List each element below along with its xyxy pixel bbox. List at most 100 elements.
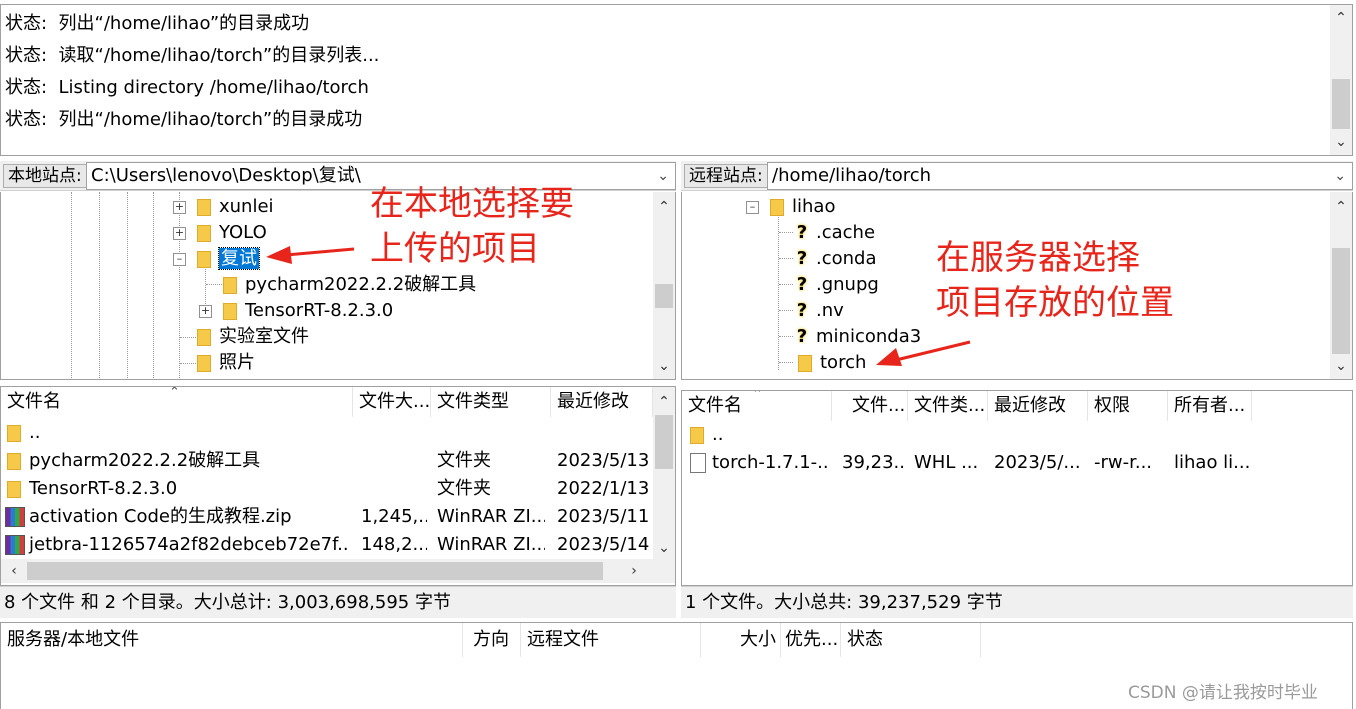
tree-item-lab-files[interactable]: 实验室文件 [197, 324, 309, 350]
folder-icon [223, 302, 237, 320]
folder-icon [798, 354, 812, 372]
scroll-down-icon[interactable]: ⌄ [653, 537, 675, 559]
table-row[interactable]: jetbra-1126574a2f82debceb72e7f... 148,2.… [1, 531, 653, 559]
collapse-icon[interactable]: – [746, 201, 759, 214]
local-site-label: 本地站点: [3, 164, 87, 188]
log-line: 状态: 读取“/home/lihao/torch”的目录列表... [5, 45, 380, 66]
remote-path-combo[interactable]: /home/lihao/torch ⌄ [767, 162, 1353, 190]
table-row[interactable]: activation Code的生成教程.zip 1,245,... WinRA… [1, 503, 653, 531]
local-directory-tree: + xunlei + YOLO – 复试 pycharm2022.2.2破解工具… [0, 192, 676, 380]
sort-indicator-icon: ⌃ [752, 390, 763, 402]
scroll-thumb[interactable] [1332, 248, 1350, 354]
column-header-owner[interactable]: 所有者... [1168, 391, 1252, 421]
tree-item-yolo[interactable]: YOLO [197, 220, 267, 246]
tree-item-fushi[interactable]: 复试 [197, 246, 260, 272]
tree-item-gnupg[interactable]: ? .gnupg [794, 272, 879, 298]
column-header-server-local-file[interactable]: 服务器/本地文件 [1, 623, 463, 657]
local-path-value: C:\Users\lenovo\Desktop\复试\ [91, 165, 361, 186]
local-file-list: 文件名 ⌃ 文件大... 文件类型 最近修改 .. pycharm2022.2.… [0, 386, 676, 586]
scroll-left-icon[interactable]: ‹ [3, 559, 25, 583]
column-header-modified[interactable]: 最近修改 [988, 391, 1088, 421]
scroll-down-icon[interactable]: ⌄ [1330, 355, 1352, 377]
scroll-thumb[interactable] [27, 562, 603, 580]
remote-site-bar: 远程站点: /home/lihao/torch ⌄ [681, 161, 1353, 191]
remote-tree-scrollbar[interactable]: ⌃ ⌄ [1330, 192, 1352, 379]
table-row[interactable]: .. [1, 419, 653, 447]
scroll-down-icon[interactable]: ⌄ [1330, 131, 1352, 153]
log-scrollbar[interactable]: ⌃ ⌄ [1330, 5, 1352, 155]
tree-item-tensorrt[interactable]: TensorRT-8.2.3.0 [223, 298, 393, 324]
unknown-icon: ? [796, 222, 808, 243]
folder-icon [197, 328, 211, 346]
folder-icon [7, 452, 21, 470]
column-header-remote-file[interactable]: 远程文件 [521, 623, 701, 657]
annotation-arrow-remote [876, 340, 971, 366]
folder-icon [223, 276, 237, 294]
expand-icon[interactable]: + [173, 201, 186, 214]
folder-icon [197, 354, 211, 372]
local-list-hscrollbar[interactable]: ‹ › [1, 559, 675, 583]
folder-icon [197, 198, 211, 216]
scroll-thumb[interactable] [655, 284, 673, 308]
remote-path-value: /home/lihao/torch [772, 165, 932, 186]
unknown-icon: ? [796, 274, 808, 295]
log-line: 状态: 列出“/home/lihao/torch”的目录成功 [5, 109, 363, 130]
annotation-local-line1: 在本地选择要 [370, 184, 574, 224]
column-header-status[interactable]: 状态 [841, 623, 981, 657]
winrar-icon [5, 535, 25, 555]
column-header-type[interactable]: 文件类型 [431, 387, 551, 417]
scroll-right-icon[interactable]: › [623, 559, 645, 583]
tree-item-cache[interactable]: ? .cache [794, 220, 875, 246]
column-header-size[interactable]: 文件... [832, 391, 908, 421]
column-header-direction[interactable]: 方向 [463, 623, 521, 657]
scroll-down-icon[interactable]: ⌄ [653, 355, 675, 377]
unknown-icon: ? [796, 248, 808, 269]
table-row[interactable]: torch-1.7.1-... 39,23... WHL ... 2023/5/… [682, 449, 1352, 477]
message-log: 状态: 列出“/home/lihao”的目录成功 状态: 读取“/home/li… [0, 4, 1353, 156]
scroll-up-icon[interactable]: ⌃ [653, 196, 675, 218]
local-site-bar: 本地站点: C:\Users\lenovo\Desktop\复试\ ⌄ [0, 161, 676, 191]
folder-icon [7, 424, 21, 442]
column-header-size[interactable]: 大小 [701, 623, 781, 657]
chevron-down-icon[interactable]: ⌄ [657, 163, 669, 189]
local-list-vscrollbar[interactable]: ⌃ ⌄ [653, 387, 675, 561]
scroll-up-icon[interactable]: ⌃ [653, 391, 675, 413]
tree-item-lihao[interactable]: lihao [770, 194, 835, 220]
chevron-down-icon[interactable]: ⌄ [1334, 163, 1346, 189]
unknown-icon: ? [796, 326, 808, 347]
column-header-modified[interactable]: 最近修改 [551, 387, 653, 417]
table-row[interactable]: pycharm2022.2.2破解工具 文件夹 2023/5/13 [1, 447, 653, 475]
scroll-thumb[interactable] [655, 415, 673, 469]
watermark: CSDN @请让我按时毕业 [1128, 683, 1318, 703]
expand-icon[interactable]: + [173, 227, 186, 240]
tree-item-nv[interactable]: ? .nv [794, 298, 844, 324]
tree-item-xunlei[interactable]: xunlei [197, 194, 274, 220]
column-header-type[interactable]: 文件类... [908, 391, 988, 421]
table-row[interactable]: TensorRT-8.2.3.0 文件夹 2022/1/13 [1, 475, 653, 503]
column-header-size[interactable]: 文件大... [353, 387, 431, 417]
annotation-remote-line1: 在服务器选择 [936, 238, 1140, 278]
tree-item-pycharm[interactable]: pycharm2022.2.2破解工具 [223, 272, 476, 298]
tree-item-conda[interactable]: ? .conda [794, 246, 877, 272]
log-line: 状态: Listing directory /home/lihao/torch [5, 77, 369, 98]
log-line: 状态: 列出“/home/lihao”的目录成功 [5, 13, 310, 34]
tree-item-torch[interactable]: torch [798, 350, 866, 376]
collapse-icon[interactable]: – [173, 253, 186, 266]
remote-site-label: 远程站点: [684, 164, 768, 188]
column-header-permissions[interactable]: 权限 [1088, 391, 1168, 421]
folder-icon [197, 250, 211, 268]
tree-item-photos[interactable]: 照片 [197, 350, 255, 376]
scroll-up-icon[interactable]: ⌃ [1330, 7, 1352, 29]
scroll-thumb[interactable] [1332, 79, 1350, 129]
remote-status-bar: 1 个文件。大小总共: 39,237,529 字节 [681, 586, 1353, 618]
table-row[interactable]: .. [682, 421, 1352, 449]
remote-file-list: 文件名 ⌃ 文件... 文件类... 最近修改 权限 所有者... .. tor… [681, 390, 1353, 586]
column-header-priority[interactable]: 优先... [781, 623, 841, 657]
local-tree-scrollbar[interactable]: ⌃ ⌄ [653, 192, 675, 379]
expand-icon[interactable]: + [199, 305, 212, 318]
scroll-up-icon[interactable]: ⌃ [1330, 196, 1352, 218]
file-icon [690, 453, 706, 473]
local-status-bar: 8 个文件 和 2 个目录。大小总计: 3,003,698,595 字节 [0, 586, 676, 618]
unknown-icon: ? [796, 300, 808, 321]
folder-icon [690, 426, 704, 444]
